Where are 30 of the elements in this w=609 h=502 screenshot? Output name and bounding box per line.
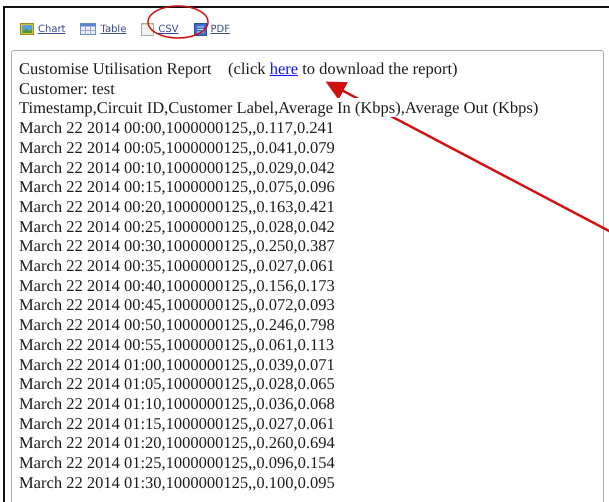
table-icon <box>80 23 96 35</box>
toolbar-link[interactable]: Chart <box>20 23 66 35</box>
toolbar-link[interactable]: PDF <box>194 22 230 36</box>
download-link[interactable]: here <box>270 59 298 78</box>
report-title-line: Customise Utilisation Report (click here to download the report) <box>19 59 459 79</box>
csv-data-line: March 22 2014 01:00,1000000125,,0.039,0.071 <box>19 354 336 374</box>
csv-data-line: March 22 2014 00:05,1000000125,,0.041,0.079 <box>19 138 336 158</box>
toolbar-link[interactable]: Table <box>80 23 126 35</box>
csv-data-line: March 22 2014 00:00,1000000125,,0.117,0.241 <box>19 118 336 138</box>
csv-data-line: March 22 2014 00:10,1000000125,,0.029,0.042 <box>19 158 336 178</box>
csv-data-line: March 22 2014 00:35,1000000125,,0.027,0.061 <box>19 256 336 276</box>
csv-data-line: March 22 2014 00:40,1000000125,,0.156,0.173 <box>19 276 336 296</box>
csv-data-line: March 22 2014 00:45,1000000125,,0.072,0.093 <box>19 295 336 316</box>
csv-data-line: March 22 2014 00:30,1000000125,,0.250,0.387 <box>19 236 336 256</box>
csv-data-line: March 22 2014 00:50,1000000125,,0.246,0.798 <box>19 315 336 335</box>
csv-data-line: March 22 2014 01:10,1000000125,,0.036,0.068 <box>19 394 336 414</box>
csv-data-line: March 22 2014 01:05,1000000125,,0.028,0.065 <box>19 374 336 394</box>
csv-data-line: March 22 2014 01:20,1000000125,,0.260,0.694 <box>19 433 336 454</box>
csv-data-line: March 22 2014 01:15,1000000125,,0.027,0.061 <box>19 414 336 434</box>
toolbar-link[interactable]: CSV <box>141 22 179 36</box>
csv-data-line: March 22 2014 01:25,1000000125,,0.096,0.154 <box>19 453 336 473</box>
annotation-ellipse <box>147 5 209 39</box>
csv-data-line: March 22 2014 00:55,1000000125,,0.061,0.113 <box>19 334 336 355</box>
customer-line: Customer: test <box>19 78 116 98</box>
csv-data-line: March 22 2014 00:15,1000000125,,0.075,0.096 <box>19 177 336 197</box>
csv-data-line: March 22 2014 00:20,1000000125,,0.163,0.421 <box>19 196 336 217</box>
csv-data-line: March 22 2014 01:30,1000000125,,0.100,0.095 <box>19 472 336 492</box>
picture-icon <box>20 23 34 35</box>
notepad-icon <box>141 22 154 36</box>
csv-data-line: March 22 2014 00:25,1000000125,,0.028,0.042 <box>19 216 336 236</box>
